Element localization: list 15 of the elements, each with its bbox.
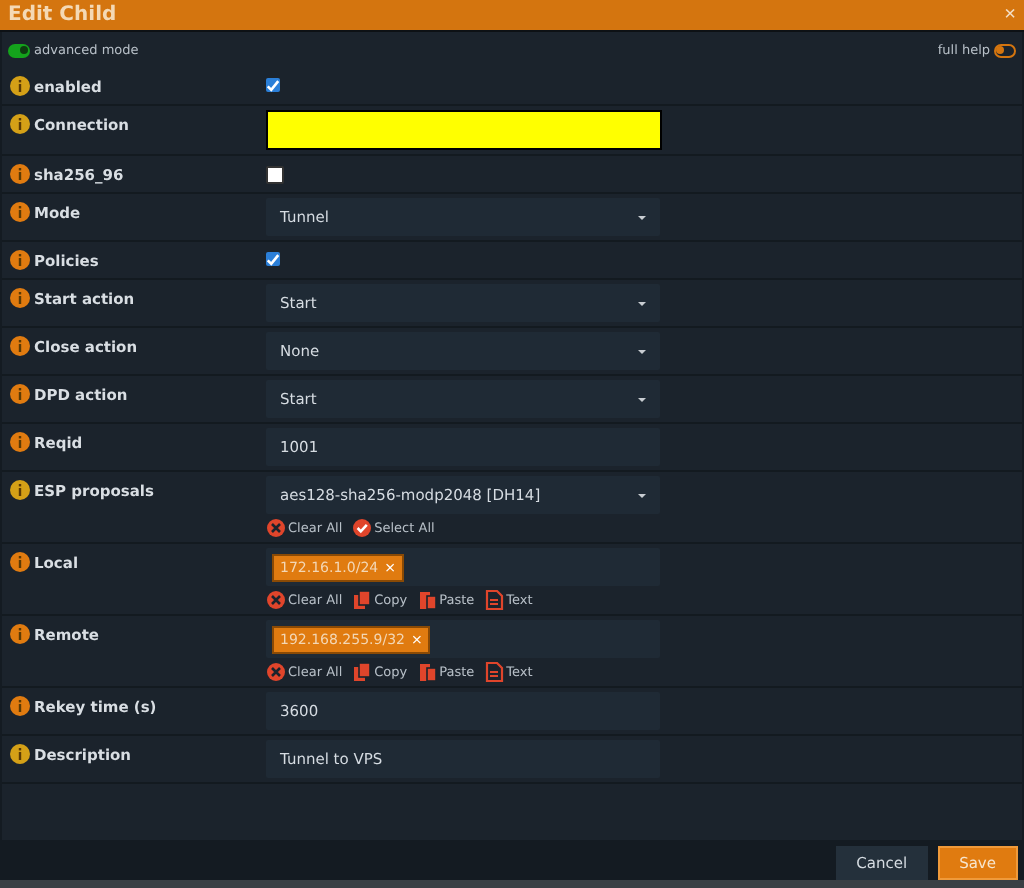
paste-icon <box>417 590 438 610</box>
toggle-switch[interactable] <box>8 43 30 57</box>
toggle-switch[interactable] <box>994 43 1016 57</box>
clear-icon <box>266 662 286 682</box>
clear-icon <box>266 590 286 610</box>
redacted-field[interactable] <box>266 110 662 150</box>
window-title: Edit Child <box>8 4 117 26</box>
document-icon <box>484 590 505 610</box>
checkbox[interactable] <box>266 166 284 184</box>
copy-icon <box>352 590 373 610</box>
copy-icon <box>352 662 373 682</box>
paste-icon <box>417 662 438 682</box>
document-icon <box>484 662 505 682</box>
clear-icon <box>266 518 286 538</box>
check-circle-icon <box>352 518 373 538</box>
